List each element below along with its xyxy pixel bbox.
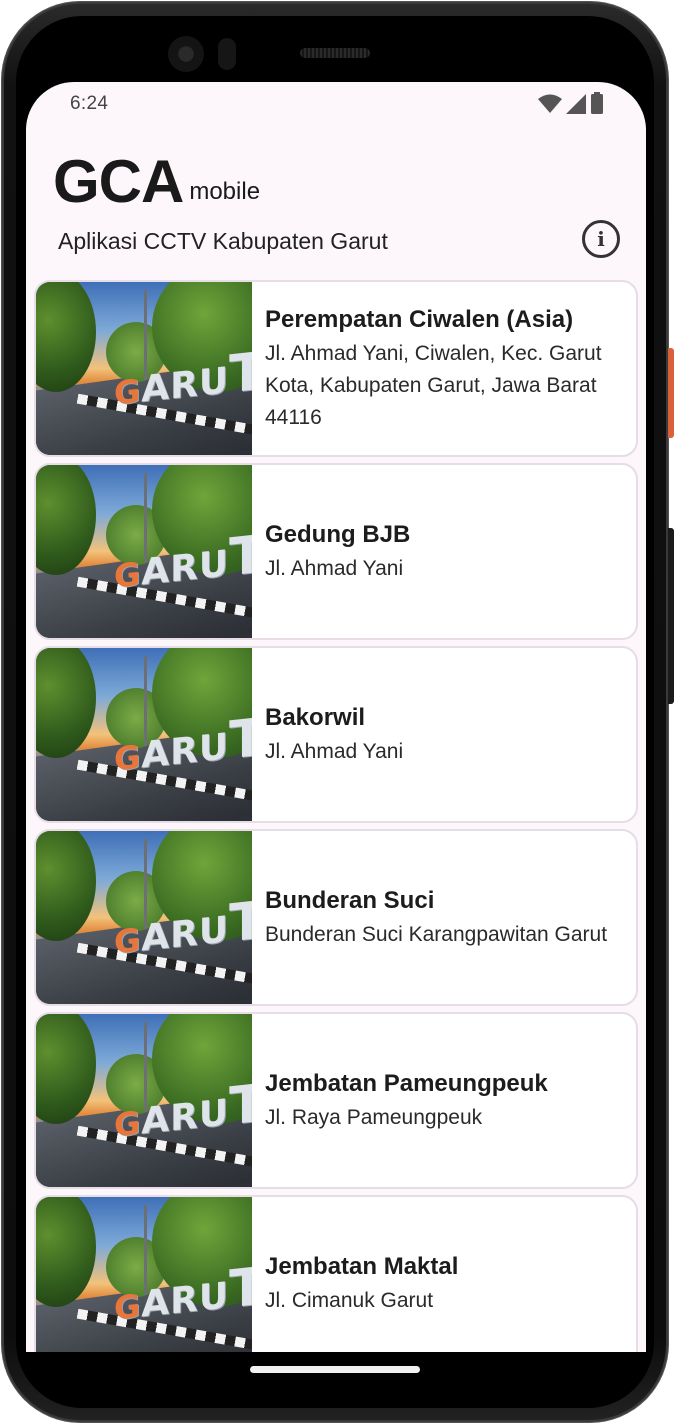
signal-icon xyxy=(566,94,586,114)
location-text: Gedung BJB Jl. Ahmad Yani xyxy=(252,465,636,638)
status-time: 6:24 xyxy=(70,93,109,114)
location-address: Jl. Raya Pameungpeuk xyxy=(265,1105,483,1129)
location-card[interactable]: G A R U T Bakorwil Jl. Ahmad Yani xyxy=(34,646,638,823)
location-text: Jembatan Pameungpeuk Jl. Raya Pameungpeu… xyxy=(252,1014,636,1187)
location-thumbnail: G A R U T xyxy=(36,1014,252,1187)
location-address: Jl. Ahmad Yani xyxy=(265,739,404,763)
location-name: Jembatan Maktal xyxy=(265,1252,459,1280)
location-address: Jl. Ahmad Yani, Ciwalen, Kec. Garut Kota… xyxy=(265,341,602,429)
logo-sub-text: mobile xyxy=(189,178,261,205)
sign-letter: U xyxy=(198,1275,229,1320)
sign-letter: R xyxy=(170,1095,198,1140)
app-screen: 6:24 GCA mobile Aplikasi CCTV Kabupaten … xyxy=(26,82,646,1352)
location-name: Bakorwil xyxy=(265,703,366,731)
wifi-icon xyxy=(538,94,562,113)
volume-button xyxy=(668,528,674,704)
sign-letter: U xyxy=(198,543,229,588)
sign-letter: R xyxy=(170,912,198,957)
sign-letter: G xyxy=(114,371,141,413)
location-name: Perempatan Ciwalen (Asia) xyxy=(265,305,574,333)
sign-letter: A xyxy=(141,366,170,411)
sign-letter: U xyxy=(198,1092,229,1137)
location-thumbnail: G A R U T xyxy=(36,465,252,638)
sign-letter: T xyxy=(229,341,252,406)
sign-letter: U xyxy=(198,360,229,405)
location-card[interactable]: G A R U T Jembatan Maktal Jl. Cimanuk Ga… xyxy=(34,1195,638,1352)
sign-letter: A xyxy=(141,1098,170,1143)
sign-letter: R xyxy=(170,1278,198,1323)
location-address: Bunderan Suci Karangpawitan Garut xyxy=(265,922,608,946)
proximity-sensor xyxy=(218,38,236,70)
location-text: Bunderan Suci Bunderan Suci Karangpawita… xyxy=(252,831,636,1004)
logo-main-text: GCA xyxy=(53,148,184,215)
location-card[interactable]: G A R U T Bunderan Suci Bunderan Suci Ka… xyxy=(34,829,638,1006)
sign-letter: G xyxy=(114,554,141,596)
location-thumbnail: G A R U T xyxy=(36,648,252,821)
power-button xyxy=(668,348,674,438)
status-icons xyxy=(538,92,604,114)
location-text: Jembatan Maktal Jl. Cimanuk Garut xyxy=(252,1197,636,1352)
sign-letter: T xyxy=(229,1256,252,1321)
sign-letter: U xyxy=(198,909,229,954)
location-address: Jl. Ahmad Yani xyxy=(265,556,404,580)
location-card[interactable]: G A R U T Gedung BJB Jl. Ahmad Yani xyxy=(34,463,638,640)
sign-letter: G xyxy=(114,920,141,962)
home-gesture-bar[interactable] xyxy=(250,1366,420,1373)
location-name: Gedung BJB xyxy=(265,520,411,548)
sign-letter: U xyxy=(198,726,229,771)
status-bar: 6:24 xyxy=(26,82,646,124)
sign-letter: R xyxy=(170,363,198,408)
front-camera xyxy=(168,36,204,72)
app-logo: GCA mobile xyxy=(53,152,260,212)
earpiece-speaker xyxy=(300,48,370,58)
info-icon: i xyxy=(597,227,605,251)
sign-letter: A xyxy=(141,549,170,594)
battery-icon xyxy=(591,92,603,114)
location-name: Jembatan Pameungpeuk xyxy=(265,1069,548,1097)
sign-letter: R xyxy=(170,729,198,774)
location-text: Perempatan Ciwalen (Asia) Jl. Ahmad Yani… xyxy=(252,282,636,455)
app-header: GCA mobile Aplikasi CCTV Kabupaten Garut… xyxy=(26,124,646,274)
location-thumbnail: G A R U T xyxy=(36,831,252,1004)
location-thumbnail: G A R U T xyxy=(36,282,252,455)
location-card[interactable]: G A R U T Perempatan Ciwalen (Asia) Jl. … xyxy=(34,280,638,457)
sign-letter: R xyxy=(170,546,198,591)
sign-letter: T xyxy=(229,890,252,955)
sign-letter: A xyxy=(141,915,170,960)
sign-letter: G xyxy=(114,1103,141,1145)
sign-letter: T xyxy=(229,1073,252,1138)
app-subtitle: Aplikasi CCTV Kabupaten Garut xyxy=(58,228,388,254)
location-thumbnail: G A R U T xyxy=(36,1197,252,1352)
location-name: Bunderan Suci xyxy=(265,886,435,914)
sign-letter: G xyxy=(114,1286,141,1328)
location-address: Jl. Cimanuk Garut xyxy=(265,1288,434,1312)
sign-letter: A xyxy=(141,1281,170,1326)
location-card[interactable]: G A R U T Jembatan Pameungpeuk Jl. Raya … xyxy=(34,1012,638,1189)
sign-letter: A xyxy=(141,732,170,777)
sign-letter: G xyxy=(114,737,141,779)
info-button[interactable]: i xyxy=(582,220,620,258)
cctv-location-list: G A R U T Perempatan Ciwalen (Asia) Jl. … xyxy=(34,280,638,1352)
location-text: Bakorwil Jl. Ahmad Yani xyxy=(252,648,636,821)
sign-letter: T xyxy=(229,524,252,589)
sign-letter: T xyxy=(229,707,252,772)
